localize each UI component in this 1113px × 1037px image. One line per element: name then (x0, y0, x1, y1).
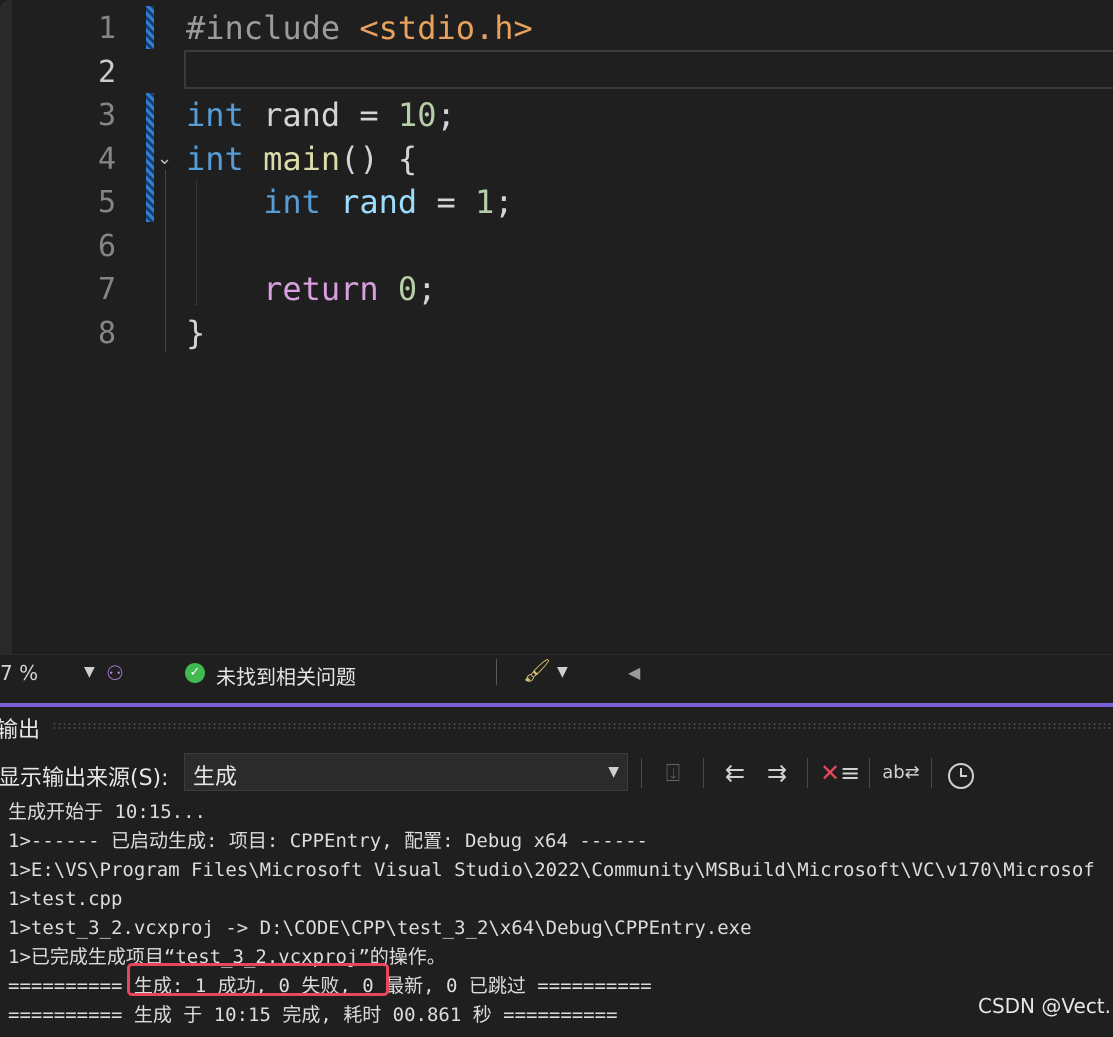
find-message-icon[interactable]: ⍗ (654, 754, 692, 792)
code-token: int (186, 139, 244, 178)
code-text: int main() { (186, 138, 417, 181)
scroll-left-arrow-icon[interactable]: ◀ (628, 663, 640, 682)
code-text: int rand = 1; (186, 181, 514, 224)
output-line: 1>------ 已启动生成: 项目: CPPEntry, 配置: Debug … (8, 830, 648, 852)
code-text: return 0; (186, 268, 436, 311)
chevron-down-icon: ▼ (608, 764, 619, 780)
code-token: int (186, 96, 244, 134)
code-token: ; (494, 183, 514, 221)
code-line[interactable]: 7 return 0; (0, 268, 1113, 311)
code-line[interactable]: 4 int main() { (0, 138, 1113, 181)
code-token: int (263, 183, 321, 221)
separator (869, 758, 870, 788)
code-line[interactable]: 1 #include <stdio.h> (0, 7, 1113, 50)
separator (641, 758, 642, 788)
code-token: main (263, 139, 341, 178)
line-number: 1 (97, 11, 116, 46)
watermark: CSDN @Vect. (978, 994, 1112, 1018)
output-line: 1>test.cpp (8, 888, 123, 910)
separator (703, 758, 704, 788)
code-token: 10 (397, 96, 437, 134)
code-line[interactable]: 8} (0, 312, 1113, 355)
line-number: 3 (97, 98, 116, 133)
line-number: 8 (97, 315, 116, 351)
code-token: } (186, 313, 206, 352)
code-cleanup-brush-icon[interactable]: 🖌 (523, 659, 551, 684)
code-token: rand = (243, 96, 398, 134)
panel-drag-grip[interactable] (52, 722, 1113, 730)
code-line[interactable]: 5 int rand = 1; (0, 181, 1113, 224)
line-number: 2 (97, 54, 116, 90)
check-circle-icon: ✓ (185, 663, 205, 683)
go-previous-message-icon[interactable]: ⇇ (716, 754, 754, 792)
separator (496, 659, 497, 685)
code-text: #include <stdio.h> (186, 7, 533, 50)
code-token: rand (340, 183, 418, 221)
code-line[interactable]: 6 (0, 225, 1113, 268)
issues-status-text[interactable]: 未找到相关问题 (216, 661, 356, 690)
output-line: ========== 生成 于 10:15 完成, 耗时 00.861 秒 ==… (8, 1004, 618, 1026)
build-result-highlight (127, 963, 389, 996)
clear-all-icon[interactable]: ✕≡ (820, 754, 860, 792)
line-number: 6 (97, 228, 116, 264)
editor-status-bar: 7 % ▼ ⚇ ✓ 未找到相关问题 🖌 ▼ ◀ (0, 654, 1113, 691)
zoom-dropdown-icon[interactable]: ▼ (84, 664, 95, 680)
word-wrap-toggle-icon[interactable]: ab⇄ (882, 754, 920, 792)
line-number: 4 (97, 141, 116, 177)
output-line: 1>test_3_2.vcxproj -> D:\CODE\CPP\test_3… (8, 917, 752, 939)
panel-accent-bar (0, 703, 1113, 707)
code-token: = (417, 183, 475, 221)
code-token: <stdio.h> (359, 9, 533, 47)
code-editor[interactable]: ⌄ 1 #include <stdio.h> 2 3 int rand = 10; 4 in… (0, 0, 1113, 654)
separator (931, 758, 932, 788)
panel-title: 输出 (0, 718, 41, 743)
code-token: () { (340, 139, 418, 178)
output-line: 生成开始于 10:15... (8, 801, 206, 823)
code-text: } (186, 312, 205, 355)
cleanup-dropdown-icon[interactable]: ▼ (557, 664, 568, 680)
ide-window: ⌄ 1 #include <stdio.h> 2 3 int rand = 10; 4 in… (0, 0, 1113, 1037)
code-token: return (263, 270, 379, 308)
output-panel: 输出 显示输出来源(S): 生成 ▼ ⍗ ⇇ ⇉ ✕≡ ab⇄ 生成开始于 10… (0, 690, 1113, 1037)
line-number: 5 (97, 185, 116, 220)
separator (807, 758, 808, 788)
zoom-level[interactable]: 7 % (0, 661, 38, 685)
code-token: #include (186, 9, 360, 47)
code-token: ; (417, 270, 437, 308)
code-token: ; (436, 96, 456, 134)
code-token: 1 (474, 183, 495, 221)
output-source-label: 显示输出来源(S): (0, 766, 169, 791)
timestamp-clock-icon[interactable] (948, 763, 974, 789)
output-source-select[interactable]: 生成 ▼ (184, 753, 628, 791)
go-next-message-icon[interactable]: ⇉ (758, 754, 796, 792)
output-line: 1>E:\VS\Program Files\Microsoft Visual S… (8, 859, 1095, 881)
code-line[interactable]: 2 (0, 51, 1113, 94)
line-number: 7 (97, 272, 116, 307)
code-text: int rand = 10; (186, 94, 456, 137)
code-line[interactable]: 3 int rand = 10; (0, 94, 1113, 137)
code-token: 0 (397, 270, 418, 308)
output-source-value: 生成 (193, 765, 238, 790)
copilot-icon[interactable]: ⚇ (106, 661, 124, 685)
